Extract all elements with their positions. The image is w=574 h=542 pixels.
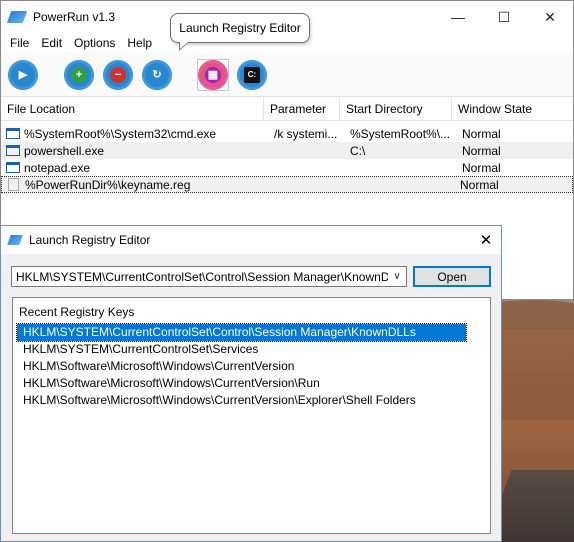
table-row[interactable]: %SystemRoot%\System32\cmd.exe /k systemi… [1, 125, 573, 142]
combobox-value: HKLM\SYSTEM\CurrentControlSet\Control\Se… [16, 269, 388, 284]
run-button[interactable]: ▶ [7, 59, 39, 91]
cell-file: notepad.exe [24, 160, 91, 175]
menu-edit[interactable]: Edit [35, 36, 68, 50]
chevron-down-icon[interactable]: ∨ [388, 271, 406, 282]
refresh-icon: ↻ [149, 66, 165, 83]
command-prompt-button[interactable]: C: [236, 59, 268, 91]
dialog-close-button[interactable]: ✕ [471, 231, 501, 249]
list-item[interactable]: HKLM\Software\Microsoft\Windows\CurrentV… [17, 375, 466, 392]
recent-keys-list[interactable]: Recent Registry Keys HKLM\SYSTEM\Current… [12, 297, 491, 534]
tooltip: Launch Registry Editor [170, 13, 310, 51]
cell-parameter: /k systemi... [274, 126, 338, 141]
cell-window-state: Normal [462, 160, 501, 175]
tooltip-text: Launch Registry Editor [179, 21, 301, 35]
column-file-location[interactable]: File Location [1, 96, 264, 121]
menu-help[interactable]: Help [121, 36, 158, 50]
add-icon: + [71, 66, 87, 83]
table-header: File Location Parameter Start Directory … [1, 96, 573, 121]
app-icon [6, 11, 28, 23]
registry-editor-icon: ▦ [205, 66, 221, 83]
cell-file: %PowerRunDir%\keyname.reg [25, 177, 191, 192]
table-row[interactable]: %PowerRunDir%\keyname.reg Normal [1, 176, 573, 193]
menu-file[interactable]: File [4, 36, 35, 50]
file-icon [8, 178, 19, 191]
cell-start-directory: %SystemRoot%\... [350, 126, 451, 141]
open-button[interactable]: Open [413, 266, 491, 287]
cell-window-state: Normal [462, 143, 501, 158]
tooltip-tail-fill [180, 42, 188, 49]
toolbar: ▶ + − ↻ ▦ C: [1, 53, 573, 97]
menu-options[interactable]: Options [68, 36, 121, 50]
list-header: Recent Registry Keys [19, 305, 135, 319]
window-icon [6, 162, 20, 173]
cell-file: %SystemRoot%\System32\cmd.exe [24, 126, 217, 141]
add-button[interactable]: + [63, 59, 95, 91]
cell-start-directory: C:\ [350, 143, 366, 158]
registry-key-combobox[interactable]: HKLM\SYSTEM\CurrentControlSet\Control\Se… [11, 266, 407, 287]
run-icon: ▶ [15, 66, 31, 83]
window-icon [6, 128, 20, 139]
cell-window-state: Normal [460, 177, 499, 192]
list-item[interactable]: HKLM\Software\Microsoft\Windows\CurrentV… [17, 392, 466, 409]
toolbar-separator [180, 59, 190, 91]
list-item[interactable]: HKLM\Software\Microsoft\Windows\CurrentV… [17, 358, 466, 375]
command-prompt-icon: C: [244, 66, 260, 83]
list-item[interactable]: HKLM\SYSTEM\CurrentControlSet\Services [17, 341, 466, 358]
minimize-button[interactable]: — [435, 1, 481, 33]
column-window-state[interactable]: Window State [452, 97, 562, 121]
refresh-button[interactable]: ↻ [141, 59, 173, 91]
registry-editor-button[interactable]: ▦ [197, 58, 229, 91]
window-icon [6, 145, 20, 156]
launch-registry-dialog: Launch Registry Editor ✕ HKLM\SYSTEM\Cur… [0, 225, 502, 542]
cell-file: powershell.exe [24, 143, 105, 158]
maximize-button[interactable]: ☐ [481, 1, 527, 33]
dialog-app-icon [7, 235, 23, 245]
dialog-title-bar[interactable]: Launch Registry Editor ✕ [1, 226, 501, 254]
dialog-title: Launch Registry Editor [29, 233, 151, 247]
toolbar-separator [46, 59, 56, 91]
cell-window-state: Normal [462, 126, 501, 141]
remove-button[interactable]: − [102, 59, 134, 91]
table-row[interactable]: notepad.exe Normal [1, 159, 573, 176]
list-item[interactable]: HKLM\SYSTEM\CurrentControlSet\Control\Se… [16, 323, 467, 342]
column-start-directory[interactable]: Start Directory [340, 96, 452, 121]
remove-icon: − [110, 66, 126, 83]
close-button[interactable]: ✕ [527, 1, 573, 33]
table-row[interactable]: powershell.exe C:\ Normal [1, 142, 573, 159]
column-parameter[interactable]: Parameter [264, 96, 340, 121]
